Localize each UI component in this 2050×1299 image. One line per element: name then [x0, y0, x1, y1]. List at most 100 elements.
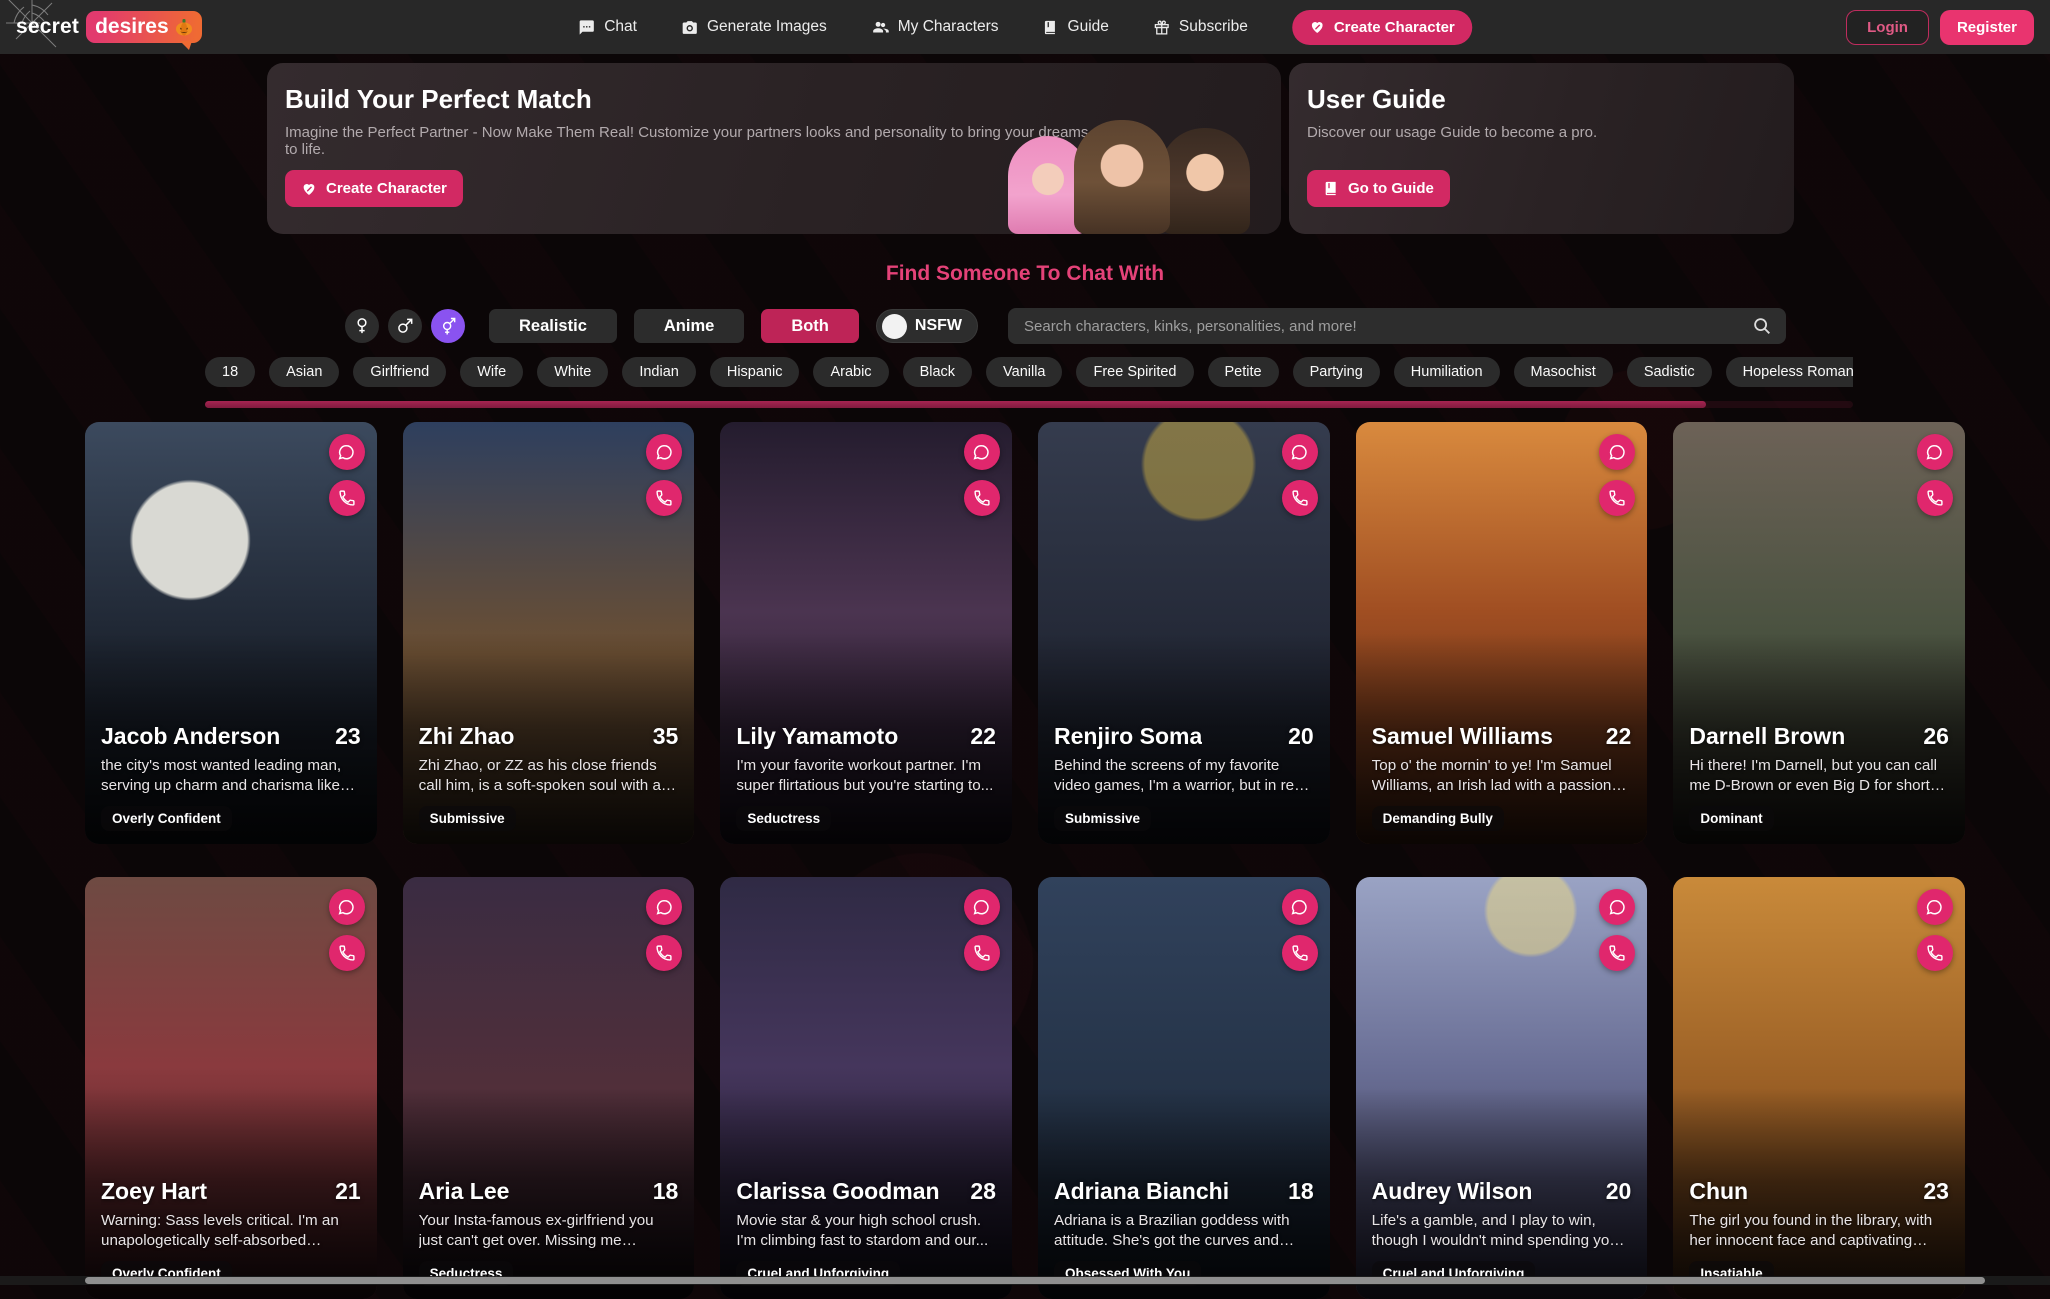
tag-chip[interactable]: Vanilla: [986, 357, 1062, 387]
character-card[interactable]: Chun 23 The girl you found in the librar…: [1673, 877, 1965, 1299]
character-card[interactable]: Darnell Brown 26 Hi there! I'm Darnell, …: [1673, 422, 1965, 844]
phone-icon: [973, 489, 991, 507]
horizontal-scrollbar-thumb[interactable]: [85, 1277, 1985, 1284]
tag-chip[interactable]: Petite: [1208, 357, 1279, 387]
character-description: Hi there! I'm Darnell, but you can call …: [1689, 756, 1949, 796]
tag-chip[interactable]: Masochist: [1514, 357, 1613, 387]
nav-item-my-characters[interactable]: My Characters: [871, 18, 999, 36]
phone-icon: [1291, 944, 1309, 962]
character-card[interactable]: Aria Lee 18 Your Insta-famous ex-girlfri…: [403, 877, 695, 1299]
nav-item-chat[interactable]: Chat: [578, 18, 637, 36]
character-card[interactable]: Adriana Bianchi 18 Adriana is a Brazilia…: [1038, 877, 1330, 1299]
tag-chip[interactable]: Girlfriend: [353, 357, 446, 387]
character-card[interactable]: Clarissa Goodman 28 Movie star & your hi…: [720, 877, 1012, 1299]
chips-scrollbar-thumb[interactable]: [205, 401, 1706, 408]
style-filter-realistic[interactable]: Realistic: [489, 309, 617, 343]
trans-filter-button[interactable]: [431, 309, 465, 343]
chat-icon-button[interactable]: [1282, 889, 1318, 925]
chat-icon-button[interactable]: [1599, 889, 1635, 925]
heart-pencil-icon: [301, 181, 317, 197]
character-card[interactable]: Zoey Hart 21 Warning: Sass levels critic…: [85, 877, 377, 1299]
character-age: 22: [1606, 723, 1632, 750]
male-filter-button[interactable]: [388, 309, 422, 343]
tag-chip[interactable]: White: [537, 357, 608, 387]
chat-icon-button[interactable]: [964, 434, 1000, 470]
card-actions: [964, 434, 1000, 516]
chat-icon-button[interactable]: [329, 889, 365, 925]
call-icon-button[interactable]: [964, 935, 1000, 971]
tag-chip[interactable]: Arabic: [813, 357, 888, 387]
tag-chip[interactable]: Asian: [269, 357, 339, 387]
female-filter-button[interactable]: [345, 309, 379, 343]
tag-chip[interactable]: 18: [205, 357, 255, 387]
style-filter-both[interactable]: Both: [761, 309, 859, 343]
tag-chip[interactable]: Partying: [1293, 357, 1380, 387]
chat-icon-button[interactable]: [1282, 434, 1318, 470]
nav-label: My Characters: [898, 18, 999, 36]
search-input[interactable]: [1008, 308, 1786, 344]
character-card[interactable]: Jacob Anderson 23 the city's most wanted…: [85, 422, 377, 844]
tag-chip[interactable]: Hispanic: [710, 357, 800, 387]
gift-icon: [1153, 19, 1170, 36]
nav-item-guide[interactable]: Guide: [1043, 18, 1109, 36]
call-icon-button[interactable]: [646, 935, 682, 971]
character-age: 23: [1923, 1178, 1949, 1205]
hero-create-character-button[interactable]: Create Character: [285, 170, 463, 207]
character-trait-badge: Overly Confident: [101, 806, 232, 831]
pumpkin-icon: [175, 18, 193, 36]
character-trait-badge: Submissive: [419, 806, 516, 831]
nav-item-subscribe[interactable]: Subscribe: [1153, 18, 1248, 36]
chat-icon-button[interactable]: [964, 889, 1000, 925]
chat-icon-button[interactable]: [1917, 889, 1953, 925]
phone-icon: [338, 489, 356, 507]
character-name: Lily Yamamoto: [736, 723, 898, 750]
tag-chip[interactable]: Wife: [460, 357, 523, 387]
call-icon-button[interactable]: [1599, 480, 1635, 516]
register-button[interactable]: Register: [1940, 10, 2034, 45]
character-description: the city's most wanted leading man, serv…: [101, 756, 361, 796]
character-card[interactable]: Zhi Zhao 35 Zhi Zhao, or ZZ as his close…: [403, 422, 695, 844]
tag-chip[interactable]: Indian: [622, 357, 696, 387]
go-to-guide-button[interactable]: Go to Guide: [1307, 170, 1450, 207]
character-card[interactable]: Renjiro Soma 20 Behind the screens of my…: [1038, 422, 1330, 844]
call-icon-button[interactable]: [329, 480, 365, 516]
character-card[interactable]: Samuel Williams 22 Top o' the mornin' to…: [1356, 422, 1648, 844]
chat-bubble-icon: [1290, 443, 1309, 462]
call-icon-button[interactable]: [646, 480, 682, 516]
tag-chip[interactable]: Humiliation: [1394, 357, 1500, 387]
call-icon-button[interactable]: [1599, 935, 1635, 971]
character-card[interactable]: Lily Yamamoto 22 I'm your favorite worko…: [720, 422, 1012, 844]
call-icon-button[interactable]: [964, 480, 1000, 516]
nsfw-toggle[interactable]: NSFW: [876, 309, 978, 343]
character-description: Adriana is a Brazilian goddess with atti…: [1054, 1211, 1314, 1251]
chat-bubble-icon: [972, 898, 991, 917]
chat-icon-button[interactable]: [646, 434, 682, 470]
search-icon[interactable]: [1751, 315, 1773, 337]
create-character-button[interactable]: Create Character: [1292, 10, 1472, 45]
chat-icon-button[interactable]: [1917, 434, 1953, 470]
call-icon-button[interactable]: [1917, 935, 1953, 971]
character-age: 26: [1923, 723, 1949, 750]
login-button[interactable]: Login: [1846, 10, 1929, 45]
tag-chip[interactable]: Hopeless Romantic: [1726, 357, 1853, 387]
call-icon-button[interactable]: [1917, 480, 1953, 516]
chat-bubble-icon: [337, 443, 356, 462]
style-filter-anime[interactable]: Anime: [634, 309, 744, 343]
filter-row: Realistic Anime Both NSFW: [345, 308, 2050, 344]
character-card[interactable]: Audrey Wilson 20 Life's a gamble, and I …: [1356, 877, 1648, 1299]
tag-chip[interactable]: Sadistic: [1627, 357, 1712, 387]
nav-item-generate-images[interactable]: Generate Images: [681, 18, 827, 36]
brand-logo[interactable]: secret desires: [16, 11, 202, 43]
chat-bubble-icon: [1925, 898, 1944, 917]
call-icon-button[interactable]: [1282, 480, 1318, 516]
horizontal-page-scrollbar[interactable]: [0, 1276, 2050, 1285]
tag-chip[interactable]: Black: [903, 357, 972, 387]
chat-icon-button[interactable]: [1599, 434, 1635, 470]
phone-icon: [1926, 944, 1944, 962]
chat-icon-button[interactable]: [646, 889, 682, 925]
hero-banner-user-guide: User Guide Discover our usage Guide to b…: [1289, 63, 1794, 234]
call-icon-button[interactable]: [1282, 935, 1318, 971]
tag-chip[interactable]: Free Spirited: [1076, 357, 1193, 387]
chat-icon-button[interactable]: [329, 434, 365, 470]
call-icon-button[interactable]: [329, 935, 365, 971]
